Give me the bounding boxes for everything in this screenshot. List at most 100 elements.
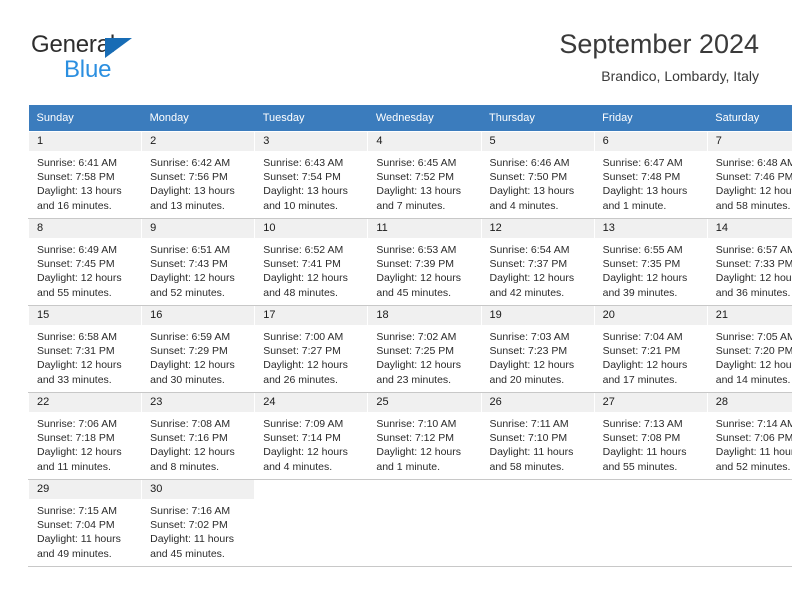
day-cell[interactable]: 2 Sunrise: 6:42 AM Sunset: 7:56 PM Dayli…	[141, 131, 256, 219]
day-cell[interactable]: 27 Sunrise: 7:13 AM Sunset: 7:08 PM Dayl…	[593, 392, 708, 480]
day-details: Sunrise: 6:52 AM Sunset: 7:41 PM Dayligh…	[255, 238, 367, 300]
daylight-text-line2: and 33 minutes.	[37, 373, 112, 386]
day-cell[interactable]: 7 Sunrise: 6:48 AM Sunset: 7:46 PM Dayli…	[706, 131, 792, 219]
day-details: Sunrise: 6:48 AM Sunset: 7:46 PM Dayligh…	[708, 151, 792, 213]
sunrise-text: Sunrise: 7:03 AM	[489, 331, 570, 343]
sunset-text: Sunset: 7:29 PM	[150, 345, 228, 358]
daylight-text-line1: Daylight: 12 hours	[602, 272, 688, 285]
day-details: Sunrise: 7:06 AM Sunset: 7:18 PM Dayligh…	[29, 412, 141, 474]
day-cell[interactable]: 15 Sunrise: 6:58 AM Sunset: 7:31 PM Dayl…	[27, 305, 143, 393]
day-details: Sunrise: 7:09 AM Sunset: 7:14 PM Dayligh…	[255, 412, 367, 474]
sunrise-text: Sunrise: 7:05 AM	[715, 331, 792, 343]
sunset-text: Sunset: 7:33 PM	[715, 258, 792, 271]
day-cell[interactable]: 28 Sunrise: 7:14 AM Sunset: 7:06 PM Dayl…	[706, 392, 792, 480]
day-details: Sunrise: 6:53 AM Sunset: 7:39 PM Dayligh…	[368, 238, 480, 300]
day-number: 19	[481, 306, 594, 325]
day-cell[interactable]: 30 Sunrise: 7:16 AM Sunset: 7:02 PM Dayl…	[141, 479, 256, 567]
day-details: Sunrise: 7:04 AM Sunset: 7:21 PM Dayligh…	[595, 325, 707, 387]
day-details: Sunrise: 6:49 AM Sunset: 7:45 PM Dayligh…	[29, 238, 141, 300]
daylight-text-line1: Daylight: 12 hours	[715, 185, 792, 198]
day-cell[interactable]: 21 Sunrise: 7:05 AM Sunset: 7:20 PM Dayl…	[706, 305, 792, 393]
day-details: Sunrise: 6:41 AM Sunset: 7:58 PM Dayligh…	[29, 151, 141, 213]
day-cell[interactable]: 20 Sunrise: 7:04 AM Sunset: 7:21 PM Dayl…	[593, 305, 708, 393]
day-cell[interactable]: 3 Sunrise: 6:43 AM Sunset: 7:54 PM Dayli…	[254, 131, 369, 219]
day-cell[interactable]: 22 Sunrise: 7:06 AM Sunset: 7:18 PM Dayl…	[27, 392, 143, 480]
daylight-text-line1: Daylight: 12 hours	[37, 359, 122, 372]
day-details: Sunrise: 6:57 AM Sunset: 7:33 PM Dayligh…	[708, 238, 792, 300]
daylight-text-line2: and 23 minutes.	[376, 373, 452, 386]
sunset-text: Sunset: 7:39 PM	[376, 258, 455, 271]
logo-text-blue: Blue	[64, 56, 112, 83]
day-cell[interactable]: 13 Sunrise: 6:55 AM Sunset: 7:35 PM Dayl…	[593, 218, 708, 306]
sunrise-text: Sunrise: 6:59 AM	[150, 331, 231, 343]
sunset-text: Sunset: 7:56 PM	[150, 171, 228, 184]
day-cell[interactable]: 10 Sunrise: 6:52 AM Sunset: 7:41 PM Dayl…	[254, 218, 369, 306]
weekday-header-wednesday: Wednesday	[367, 105, 481, 132]
day-cell[interactable]: 14 Sunrise: 6:57 AM Sunset: 7:33 PM Dayl…	[706, 218, 792, 306]
day-cell[interactable]: 16 Sunrise: 6:59 AM Sunset: 7:29 PM Dayl…	[141, 305, 256, 393]
day-number: 18	[368, 306, 481, 325]
sunrise-text: Sunrise: 6:47 AM	[602, 157, 683, 169]
page-title: September 2024	[559, 29, 759, 59]
day-details: Sunrise: 6:47 AM Sunset: 7:48 PM Dayligh…	[595, 151, 707, 213]
day-cell[interactable]: 23 Sunrise: 7:08 AM Sunset: 7:16 PM Dayl…	[141, 392, 256, 480]
sunset-text: Sunset: 7:54 PM	[263, 171, 341, 184]
day-cell[interactable]: 9 Sunrise: 6:51 AM Sunset: 7:43 PM Dayli…	[141, 218, 256, 306]
day-cell[interactable]: 17 Sunrise: 7:00 AM Sunset: 7:27 PM Dayl…	[254, 305, 369, 393]
day-details: Sunrise: 7:10 AM Sunset: 7:12 PM Dayligh…	[368, 412, 480, 474]
day-cell[interactable]: 8 Sunrise: 6:49 AM Sunset: 7:45 PM Dayli…	[27, 218, 143, 306]
weekday-header-friday: Friday	[594, 105, 708, 132]
sunset-text: Sunset: 7:23 PM	[489, 345, 568, 358]
weekday-header-sunday: Sunday	[28, 105, 142, 132]
daylight-text-line2: and 58 minutes.	[715, 199, 791, 212]
day-details: Sunrise: 7:13 AM Sunset: 7:08 PM Dayligh…	[595, 412, 707, 474]
day-cell[interactable]: 29 Sunrise: 7:15 AM Sunset: 7:04 PM Dayl…	[27, 479, 143, 567]
calendar-header-row: Sunday Monday Tuesday Wednesday Thursday…	[28, 105, 792, 132]
daylight-text-line2: and 7 minutes.	[376, 199, 446, 212]
weekday-header-monday: Monday	[141, 105, 255, 132]
day-number: 23	[142, 393, 255, 412]
daylight-text-line2: and 30 minutes.	[150, 373, 225, 386]
day-cell[interactable]: 5 Sunrise: 6:46 AM Sunset: 7:50 PM Dayli…	[480, 131, 595, 219]
day-details: Sunrise: 6:46 AM Sunset: 7:50 PM Dayligh…	[482, 151, 594, 213]
triangle-icon	[105, 38, 132, 58]
day-details: Sunrise: 6:43 AM Sunset: 7:54 PM Dayligh…	[255, 151, 367, 213]
day-cell-empty	[367, 479, 482, 567]
daylight-text-line1: Daylight: 13 hours	[602, 185, 688, 198]
sunset-text: Sunset: 7:02 PM	[150, 519, 228, 532]
general-blue-logo[interactable]: General Blue	[31, 31, 211, 83]
day-cell[interactable]: 11 Sunrise: 6:53 AM Sunset: 7:39 PM Dayl…	[367, 218, 482, 306]
day-details: Sunrise: 6:54 AM Sunset: 7:37 PM Dayligh…	[482, 238, 594, 300]
daylight-text-line1: Daylight: 12 hours	[376, 272, 462, 285]
day-cell-empty	[254, 479, 369, 567]
daylight-text-line2: and 55 minutes.	[602, 460, 678, 473]
day-number: 7	[707, 132, 792, 151]
daylight-text-line2: and 17 minutes.	[602, 373, 678, 386]
day-cell[interactable]: 24 Sunrise: 7:09 AM Sunset: 7:14 PM Dayl…	[254, 392, 369, 480]
day-cell[interactable]: 18 Sunrise: 7:02 AM Sunset: 7:25 PM Dayl…	[367, 305, 482, 393]
daylight-text-line2: and 4 minutes.	[489, 199, 559, 212]
sunset-text: Sunset: 7:04 PM	[37, 519, 115, 532]
day-number: 10	[255, 219, 368, 238]
day-cell[interactable]: 19 Sunrise: 7:03 AM Sunset: 7:23 PM Dayl…	[480, 305, 595, 393]
day-details: Sunrise: 6:58 AM Sunset: 7:31 PM Dayligh…	[29, 325, 141, 387]
day-cell-empty	[706, 479, 792, 567]
day-number	[255, 480, 368, 487]
day-cell[interactable]: 25 Sunrise: 7:10 AM Sunset: 7:12 PM Dayl…	[367, 392, 482, 480]
day-cell[interactable]: 26 Sunrise: 7:11 AM Sunset: 7:10 PM Dayl…	[480, 392, 595, 480]
day-details: Sunrise: 7:03 AM Sunset: 7:23 PM Dayligh…	[482, 325, 594, 387]
day-cell-empty	[480, 479, 595, 567]
sunset-text: Sunset: 7:12 PM	[376, 432, 455, 445]
daylight-text-line1: Daylight: 13 hours	[489, 185, 575, 198]
daylight-text-line1: Daylight: 13 hours	[37, 185, 122, 198]
day-cell[interactable]: 12 Sunrise: 6:54 AM Sunset: 7:37 PM Dayl…	[480, 218, 595, 306]
day-cell[interactable]: 1 Sunrise: 6:41 AM Sunset: 7:58 PM Dayli…	[27, 131, 143, 219]
sunrise-text: Sunrise: 6:53 AM	[376, 244, 457, 256]
sunset-text: Sunset: 7:20 PM	[715, 345, 792, 358]
sunrise-text: Sunrise: 7:00 AM	[263, 331, 344, 343]
calendar-week-row: 22 Sunrise: 7:06 AM Sunset: 7:18 PM Dayl…	[27, 392, 792, 480]
sunset-text: Sunset: 7:45 PM	[37, 258, 115, 271]
day-cell[interactable]: 4 Sunrise: 6:45 AM Sunset: 7:52 PM Dayli…	[367, 131, 482, 219]
day-details: Sunrise: 7:00 AM Sunset: 7:27 PM Dayligh…	[255, 325, 367, 387]
day-cell[interactable]: 6 Sunrise: 6:47 AM Sunset: 7:48 PM Dayli…	[593, 131, 708, 219]
